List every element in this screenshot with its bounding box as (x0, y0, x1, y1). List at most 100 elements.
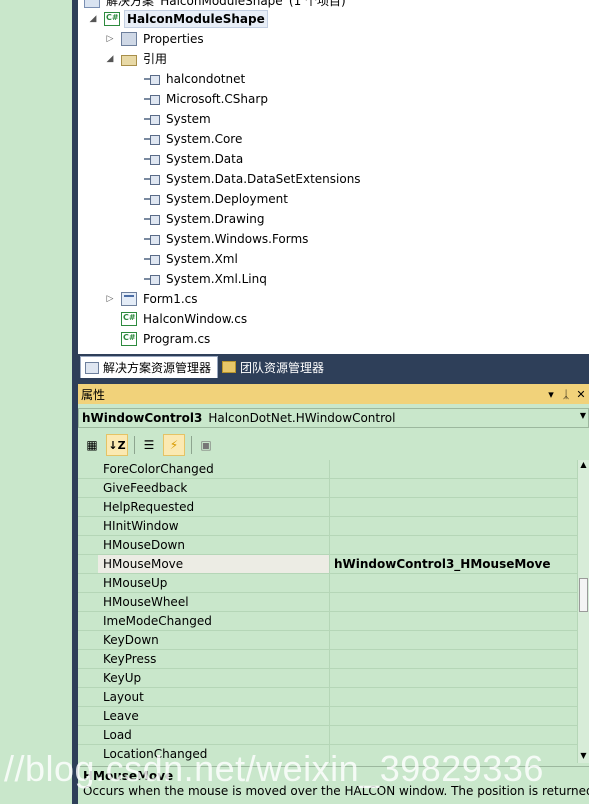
row-gutter (78, 669, 98, 687)
expand-triangle-icon[interactable]: ▷ (105, 34, 115, 44)
event-handler[interactable] (330, 593, 577, 611)
row-gutter (78, 479, 98, 497)
event-row[interactable]: KeyDown (78, 631, 577, 650)
collapse-triangle-icon[interactable]: ◢ (105, 54, 115, 64)
property-pages-icon[interactable]: ▣ (195, 434, 217, 456)
event-row[interactable]: KeyPress (78, 650, 577, 669)
expand-triangle-icon[interactable]: ▷ (105, 294, 115, 304)
event-name: HInitWindow (98, 517, 330, 535)
event-handler[interactable] (330, 612, 577, 630)
properties-icon (121, 32, 137, 46)
event-handler[interactable] (330, 498, 577, 516)
alphabetical-icon[interactable]: ↓Z (106, 434, 128, 456)
reference-item[interactable]: System.Windows.Forms (144, 229, 310, 249)
event-row[interactable]: KeyUp (78, 669, 577, 688)
event-handler[interactable] (330, 669, 577, 687)
references-label: 引用 (143, 52, 168, 66)
reference-icon (144, 172, 160, 186)
tab-solution-explorer[interactable]: 解决方案资源管理器 (80, 356, 219, 378)
reference-item[interactable]: halcondotnet (144, 69, 247, 89)
csharp-project-icon (104, 12, 120, 26)
csharp-file-icon (121, 312, 137, 326)
event-handler[interactable] (330, 707, 577, 725)
tree-file-node[interactable]: ▷ Form1.cs (105, 289, 200, 309)
reference-item[interactable]: System.Core (144, 129, 244, 149)
event-handler[interactable]: hWindowControl3_HMouseMove (330, 555, 577, 573)
event-name: HMouseUp (98, 574, 330, 592)
event-name: HelpRequested (98, 498, 330, 516)
solution-explorer: 解决方案“HalconModuleShape”(1 个项目) ◢ HalconM… (78, 0, 589, 354)
reference-item[interactable]: System (144, 109, 213, 129)
event-handler[interactable] (330, 460, 577, 478)
close-icon[interactable]: ✕ (574, 388, 588, 401)
event-handler[interactable] (330, 650, 577, 668)
reference-item[interactable]: System.Xml (144, 249, 240, 269)
reference-item[interactable]: System.Deployment (144, 189, 290, 209)
reference-item[interactable]: System.Drawing (144, 209, 266, 229)
event-row[interactable]: ForeColorChanged (78, 460, 577, 479)
row-gutter (78, 631, 98, 649)
explorer-tab-bar: 解决方案资源管理器 团队资源管理器 (78, 354, 589, 378)
reference-label: System.Xml.Linq (166, 272, 267, 286)
dropdown-arrow-icon[interactable]: ▾ (544, 388, 558, 401)
project-label: HalconModuleShape (124, 10, 268, 28)
event-row[interactable]: HMouseWheel (78, 593, 577, 612)
event-handler[interactable] (330, 631, 577, 649)
event-name: ForeColorChanged (98, 460, 330, 478)
events-lightning-icon[interactable]: ⚡ (163, 434, 185, 456)
solution-icon (84, 0, 100, 8)
tree-properties-node[interactable]: ▷ Properties (105, 29, 206, 49)
event-handler[interactable] (330, 574, 577, 592)
tab-label: 解决方案资源管理器 (103, 361, 212, 375)
event-row[interactable]: LocationChanged (78, 745, 577, 763)
event-handler[interactable] (330, 479, 577, 497)
collapse-triangle-icon[interactable]: ◢ (88, 14, 98, 24)
reference-icon (144, 272, 160, 286)
reference-icon (144, 212, 160, 226)
event-row[interactable]: HelpRequested (78, 498, 577, 517)
event-handler[interactable] (330, 517, 577, 535)
event-name: Layout (98, 688, 330, 706)
reference-item[interactable]: Microsoft.CSharp (144, 89, 270, 109)
event-row[interactable]: HMouseUp (78, 574, 577, 593)
event-handler[interactable] (330, 688, 577, 706)
reference-item[interactable]: System.Xml.Linq (144, 269, 269, 289)
reference-icon (144, 112, 160, 126)
reference-label: System.Data (166, 152, 244, 166)
tree-references-node[interactable]: ◢ 引用 (105, 49, 169, 69)
row-gutter (78, 593, 98, 611)
event-handler[interactable] (330, 745, 577, 763)
event-row[interactable]: Layout (78, 688, 577, 707)
event-row[interactable]: Load (78, 726, 577, 745)
chevron-down-icon[interactable]: ▼ (580, 411, 586, 420)
tree-file-node[interactable]: Program.cs (121, 329, 212, 349)
reference-item[interactable]: System.Data.DataSetExtensions (144, 169, 363, 189)
event-handler[interactable] (330, 536, 577, 554)
scroll-up-icon[interactable]: ▲ (578, 460, 589, 472)
tab-team-explorer[interactable]: 团队资源管理器 (218, 356, 330, 378)
event-row[interactable]: ImeModeChanged (78, 612, 577, 631)
event-grid-scrollbar[interactable]: ▲ ▼ (577, 460, 589, 763)
row-gutter (78, 460, 98, 478)
event-handler[interactable] (330, 726, 577, 744)
event-row-selected[interactable]: HMouseMove hWindowControl3_HMouseMove (78, 555, 577, 574)
event-row[interactable]: HInitWindow (78, 517, 577, 536)
tree-file-node[interactable]: HalconWindow.cs (121, 309, 249, 329)
pin-icon[interactable]: ᛣ (559, 388, 573, 401)
properties-icon[interactable]: ☰ (138, 434, 160, 456)
event-row[interactable]: Leave (78, 707, 577, 726)
event-grid: ForeColorChanged GiveFeedback HelpReques… (78, 460, 577, 763)
categorized-icon[interactable]: ▦ (81, 434, 103, 456)
event-row[interactable]: HMouseDown (78, 536, 577, 555)
scroll-down-icon[interactable]: ▼ (578, 751, 589, 763)
desktop-background (0, 0, 72, 804)
form-file-icon (121, 292, 137, 306)
properties-title: 属性 (81, 387, 106, 402)
scrollbar-thumb[interactable] (579, 578, 588, 612)
row-gutter (78, 726, 98, 744)
object-selector[interactable]: hWindowControl3 HalconDotNet.HWindowCont… (78, 408, 589, 428)
reference-icon (144, 252, 160, 266)
event-row[interactable]: GiveFeedback (78, 479, 577, 498)
reference-item[interactable]: System.Data (144, 149, 245, 169)
tree-project-node[interactable]: ◢ HalconModuleShape (88, 9, 268, 29)
